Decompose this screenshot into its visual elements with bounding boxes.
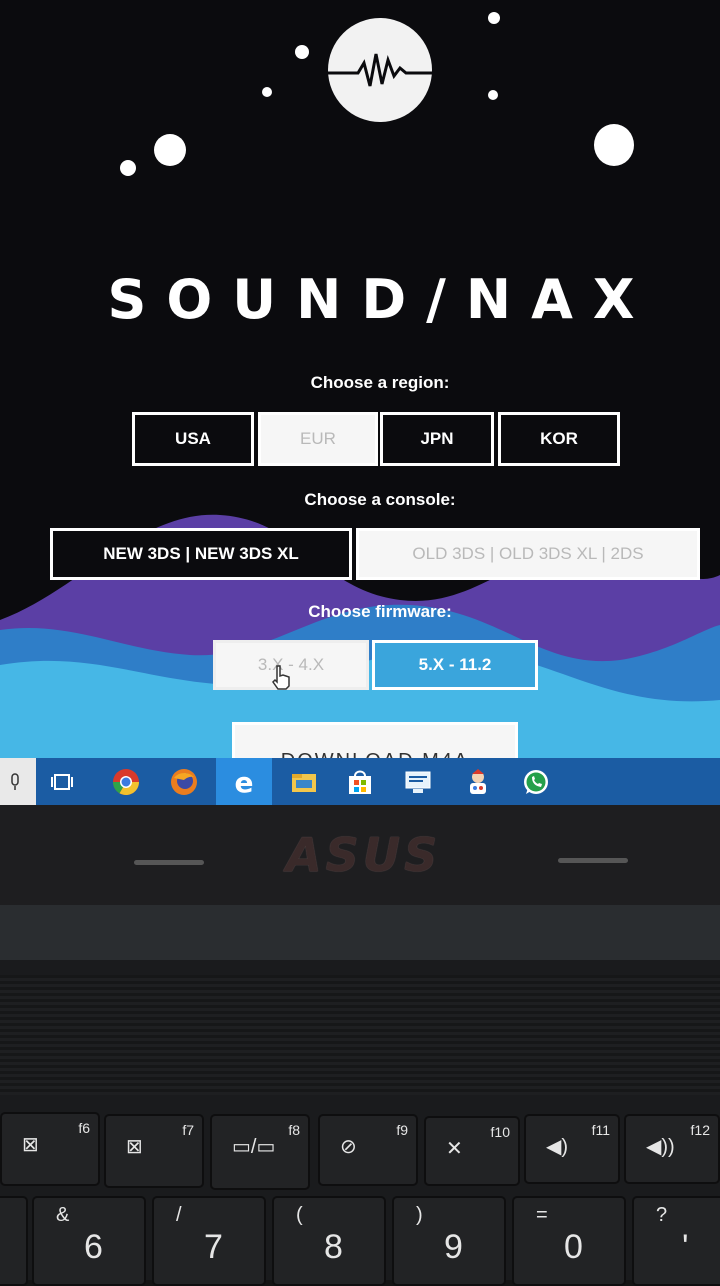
firmware-5x-112-button[interactable]: 5.X - 11.2 bbox=[372, 640, 538, 690]
volume-up-icon: ◀)) bbox=[646, 1136, 675, 1158]
key-0[interactable]: = 0 bbox=[512, 1196, 626, 1286]
brand-title: SOUND/NAX bbox=[107, 268, 655, 331]
firefox-icon[interactable] bbox=[168, 766, 200, 798]
key-f11[interactable]: f11 ◀) bbox=[524, 1114, 620, 1184]
key-6-main: 6 bbox=[84, 1228, 103, 1266]
mute-icon: ✕ bbox=[446, 1138, 463, 1160]
key-6-top: & bbox=[56, 1204, 70, 1226]
hand-cursor-icon bbox=[272, 665, 290, 690]
volume-down-icon: ◀) bbox=[546, 1136, 569, 1158]
speaker-grille bbox=[0, 975, 720, 1095]
star-dot bbox=[154, 134, 186, 166]
key-7-top: / bbox=[176, 1204, 182, 1226]
region-jpn-button[interactable]: JPN bbox=[380, 412, 494, 466]
key-f7-label: f7 bbox=[182, 1122, 194, 1138]
key-0-top: = bbox=[536, 1204, 548, 1226]
key-7-main: 7 bbox=[204, 1228, 223, 1266]
key-6[interactable]: & 6 bbox=[32, 1196, 146, 1286]
key-f8[interactable]: f8 ▭/▭ bbox=[210, 1114, 310, 1190]
key-8[interactable]: ( 8 bbox=[272, 1196, 386, 1286]
key-apostrophe[interactable]: ? ' bbox=[632, 1196, 720, 1286]
key-f9[interactable]: f9 ⊘ bbox=[318, 1114, 418, 1186]
screen: SOUND/NAX Choose a region: USA EUR JPN K… bbox=[0, 0, 720, 805]
star-dot bbox=[488, 12, 500, 24]
display-off-icon: ⊠ bbox=[126, 1136, 143, 1158]
key-9[interactable]: ) 9 bbox=[392, 1196, 506, 1286]
key-f6-label: f6 bbox=[78, 1120, 90, 1136]
key-f10-label: f10 bbox=[490, 1124, 510, 1140]
game-icon[interactable] bbox=[462, 766, 494, 798]
key-f8-label: f8 bbox=[288, 1122, 300, 1138]
key-8-main: 8 bbox=[324, 1228, 343, 1266]
edge-icon[interactable]: e bbox=[216, 758, 272, 805]
chrome-icon[interactable] bbox=[110, 766, 142, 798]
waveform-icon bbox=[328, 18, 432, 122]
key-f6[interactable]: f6 ⊠ bbox=[0, 1112, 100, 1186]
taskbar: e bbox=[0, 758, 720, 805]
key-7[interactable]: / 7 bbox=[152, 1196, 266, 1286]
bezel-indicator bbox=[134, 860, 204, 865]
key-apostrophe-top: ? bbox=[656, 1204, 668, 1226]
star-dot bbox=[488, 90, 498, 100]
firmware-label: Choose firmware: bbox=[308, 602, 452, 621]
key-9-main: 9 bbox=[444, 1228, 463, 1266]
key-f12-label: f12 bbox=[690, 1122, 710, 1138]
key-0-main: 0 bbox=[564, 1228, 583, 1266]
display-toggle-icon: ⊠ bbox=[22, 1134, 39, 1156]
laptop-hinge bbox=[0, 905, 720, 960]
microphone-icon[interactable] bbox=[0, 758, 36, 805]
store-icon[interactable] bbox=[344, 766, 376, 798]
key-f7[interactable]: f7 ⊠ bbox=[104, 1114, 204, 1188]
region-label: Choose a region: bbox=[310, 373, 450, 392]
touchpad-off-icon: ⊘ bbox=[340, 1136, 357, 1158]
projector-icon: ▭/▭ bbox=[232, 1136, 276, 1158]
whatsapp-icon[interactable] bbox=[520, 766, 552, 798]
file-explorer-icon[interactable] bbox=[288, 766, 320, 798]
region-kor-button[interactable]: KOR bbox=[498, 412, 620, 466]
key-f11-label: f11 bbox=[591, 1122, 610, 1138]
star-dot bbox=[295, 45, 309, 59]
star-dot bbox=[594, 124, 634, 166]
task-view-icon[interactable] bbox=[46, 766, 78, 798]
app-icon[interactable] bbox=[402, 766, 434, 798]
key-f9-label: f9 bbox=[396, 1122, 408, 1138]
region-usa-button[interactable]: USA bbox=[132, 412, 254, 466]
key-8-top: ( bbox=[296, 1204, 303, 1226]
region-eur-button[interactable]: EUR bbox=[258, 412, 378, 466]
key-apostrophe-main: ' bbox=[682, 1228, 689, 1266]
key-f12[interactable]: f12 ◀)) bbox=[624, 1114, 720, 1184]
laptop-logo: ASUS bbox=[286, 828, 442, 882]
key-9-top: ) bbox=[416, 1204, 423, 1226]
star-dot bbox=[120, 160, 136, 176]
star-dot bbox=[262, 87, 272, 97]
console-new3ds-button[interactable]: NEW 3DS | NEW 3DS XL bbox=[50, 528, 352, 580]
key-f10[interactable]: f10 ✕ bbox=[424, 1116, 520, 1186]
bezel-indicator bbox=[558, 858, 628, 863]
console-old3ds-button[interactable]: OLD 3DS | OLD 3DS XL | 2DS bbox=[356, 528, 700, 580]
key-prev[interactable] bbox=[0, 1196, 28, 1286]
console-label: Choose a console: bbox=[304, 490, 456, 509]
